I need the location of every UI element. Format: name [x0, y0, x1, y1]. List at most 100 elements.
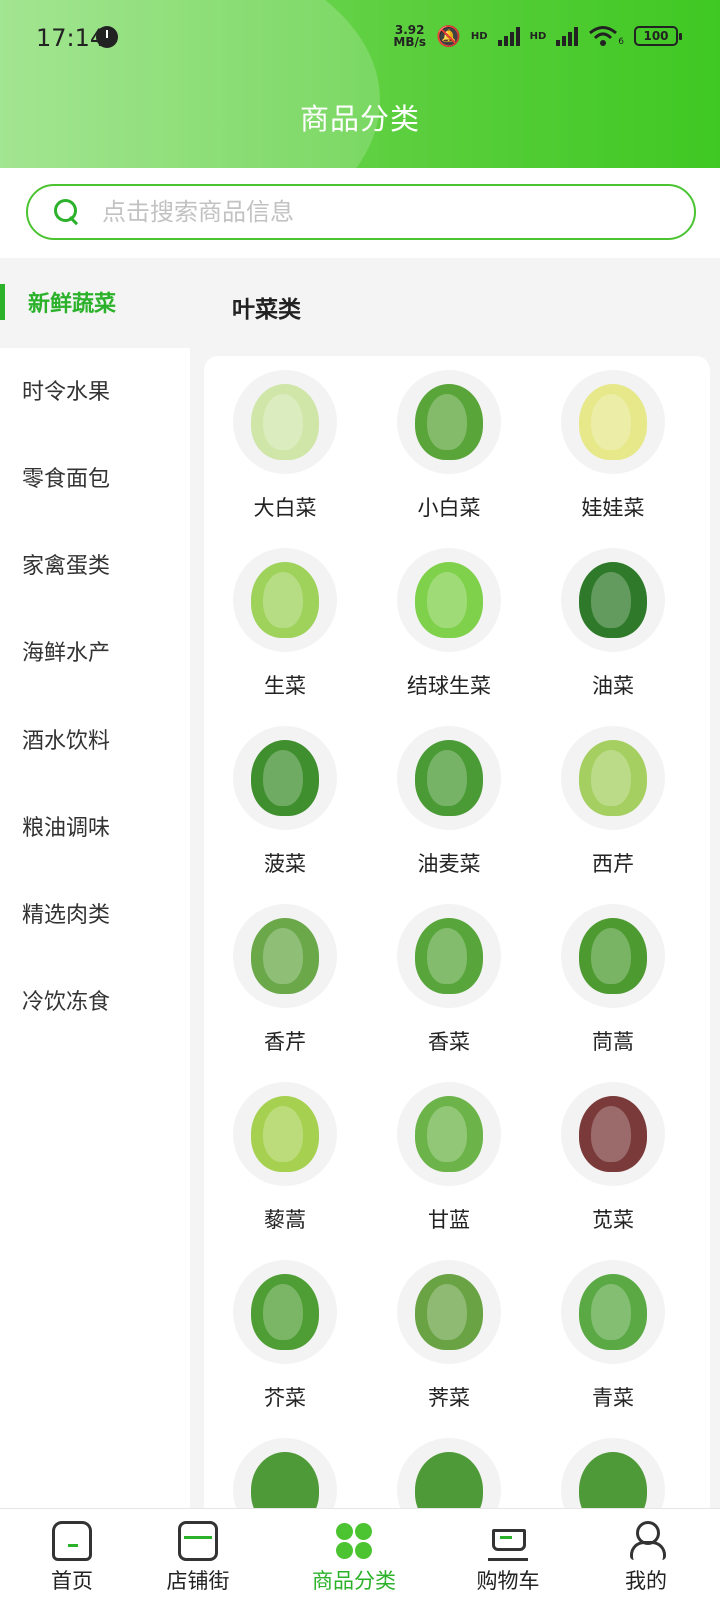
- category-sidebar: 新鲜蔬菜 时令水果 零食面包 家禽蛋类 海鲜水产 酒水饮料 粮油调味 精选肉类 …: [0, 258, 190, 1508]
- product-item[interactable]: 甘蓝: [374, 1082, 524, 1234]
- mute-icon: 🔕: [436, 24, 461, 48]
- product-name: 苋菜: [592, 1208, 634, 1232]
- search-box[interactable]: [26, 184, 696, 240]
- bottom-tab-bar: 首页 店铺街 商品分类 购物车 我的: [0, 1508, 720, 1600]
- amaranth-icon: [561, 1082, 665, 1186]
- tab-label: 购物车: [476, 1569, 540, 1593]
- tab-shop-street[interactable]: 店铺街: [126, 1509, 270, 1600]
- category-icon: [334, 1521, 374, 1561]
- green-vegetable-icon: [561, 1260, 665, 1364]
- hd-label-1: HD: [470, 30, 488, 42]
- product-item[interactable]: 小白菜: [374, 370, 524, 522]
- product-item[interactable]: 油菜: [538, 548, 688, 700]
- product-name: 香芹: [264, 1030, 306, 1054]
- product-name: 西芹: [592, 852, 634, 876]
- product-grid: 大白菜 小白菜 娃娃菜生菜 结球生菜 油菜菠菜 油麦菜 西芹香芹 香菜 茼蒿藜蒿 甘蓝 苋菜芥菜 荠菜…: [204, 356, 710, 1556]
- product-item[interactable]: 大白菜: [210, 370, 360, 522]
- product-name: 茼蒿: [592, 1030, 634, 1054]
- product-name: 菠菜: [264, 852, 306, 876]
- tab-cart[interactable]: 购物车: [436, 1509, 580, 1600]
- tab-profile[interactable]: 我的: [574, 1509, 718, 1600]
- tab-category[interactable]: 商品分类: [282, 1509, 426, 1600]
- product-name: 结球生菜: [407, 674, 491, 698]
- bok-choy-icon: [397, 370, 501, 474]
- product-name: 小白菜: [417, 496, 481, 520]
- active-indicator: [0, 284, 5, 320]
- sidebar-item[interactable]: 家禽蛋类: [22, 548, 110, 580]
- crown-daisy-icon: [561, 904, 665, 1008]
- sidebar-item[interactable]: 酒水饮料: [22, 723, 110, 755]
- product-item[interactable]: 娃娃菜: [538, 370, 688, 522]
- page-title: 商品分类: [299, 102, 420, 136]
- product-item[interactable]: 菠菜: [210, 726, 360, 878]
- network-speed: 3.92 MB/s: [393, 24, 426, 48]
- status-bar: 17:14 3.92 MB/s 🔕 HD HD 6 100: [0, 0, 720, 76]
- battery-icon: 100: [634, 26, 682, 46]
- product-item[interactable]: 芥菜: [210, 1260, 360, 1412]
- product-name: 香菜: [428, 1030, 470, 1054]
- wifi-icon: [589, 26, 618, 46]
- sidebar-item[interactable]: 粮油调味: [22, 810, 110, 842]
- clock-icon: [96, 26, 118, 48]
- search-input[interactable]: [102, 198, 662, 226]
- status-time: 17:14: [36, 24, 106, 52]
- product-item[interactable]: 青菜: [538, 1260, 688, 1412]
- status-icons: 3.92 MB/s 🔕 HD HD 6 100: [393, 24, 682, 48]
- napa-cabbage-icon: [233, 370, 337, 474]
- sidebar-item[interactable]: 零食面包: [22, 461, 110, 493]
- lettuce-icon: [233, 548, 337, 652]
- wifi-sub-label: 6: [618, 37, 624, 47]
- shop-icon: [178, 1521, 218, 1561]
- product-item[interactable]: 苋菜: [538, 1082, 688, 1234]
- product-name: 甘蓝: [428, 1208, 470, 1232]
- signal-icon-1: [497, 26, 520, 46]
- header: 17:14 3.92 MB/s 🔕 HD HD 6 100 商品分类: [0, 0, 720, 168]
- tab-label: 我的: [625, 1569, 667, 1593]
- coriander-icon: [397, 904, 501, 1008]
- signal-icon-2: [556, 26, 579, 46]
- sidebar-item[interactable]: 时令水果: [22, 374, 110, 406]
- product-name: 娃娃菜: [581, 496, 645, 520]
- baby-cabbage-icon: [561, 370, 665, 474]
- sidebar-item-active-label: 新鲜蔬菜: [28, 292, 117, 317]
- product-item[interactable]: 结球生菜: [374, 548, 524, 700]
- product-name: 芥菜: [264, 1386, 306, 1410]
- tab-label: 首页: [51, 1569, 93, 1593]
- search-icon[interactable]: [54, 199, 80, 225]
- product-item[interactable]: 荠菜: [374, 1260, 524, 1412]
- product-item[interactable]: 香菜: [374, 904, 524, 1056]
- sidebar-item[interactable]: 冷饮冻食: [22, 984, 110, 1016]
- product-name: 生菜: [264, 674, 306, 698]
- product-name: 藜蒿: [264, 1208, 306, 1232]
- artemisia-icon: [233, 1082, 337, 1186]
- product-name: 荠菜: [428, 1386, 470, 1410]
- sidebar-item[interactable]: 海鲜水产: [22, 635, 110, 667]
- iceberg-lettuce-icon: [397, 548, 501, 652]
- hd-label-2: HD: [529, 30, 547, 42]
- product-item[interactable]: 茼蒿: [538, 904, 688, 1056]
- search-bar: [0, 168, 720, 258]
- product-item[interactable]: 西芹: [538, 726, 688, 878]
- celery-icon: [561, 726, 665, 830]
- sidebar-item-active[interactable]: 新鲜蔬菜: [0, 258, 190, 348]
- tab-home[interactable]: 首页: [0, 1509, 144, 1600]
- tab-label: 店铺街: [166, 1569, 230, 1593]
- product-name: 大白菜: [253, 496, 317, 520]
- product-item[interactable]: 生菜: [210, 548, 360, 700]
- home-icon: [52, 1521, 92, 1561]
- rape-greens-icon: [561, 548, 665, 652]
- product-item[interactable]: 香芹: [210, 904, 360, 1056]
- product-item[interactable]: 油麦菜: [374, 726, 524, 878]
- indian-lettuce-icon: [397, 726, 501, 830]
- profile-icon: [626, 1521, 666, 1561]
- sidebar-item[interactable]: 精选肉类: [22, 897, 110, 929]
- celery-leaf-icon: [233, 904, 337, 1008]
- cabbage-icon: [397, 1082, 501, 1186]
- category-title: 叶菜类: [232, 297, 301, 323]
- mustard-greens-icon: [233, 1260, 337, 1364]
- shepherds-purse-icon: [397, 1260, 501, 1364]
- tab-label: 商品分类: [312, 1569, 396, 1593]
- product-name: 油菜: [592, 674, 634, 698]
- spinach-icon: [233, 726, 337, 830]
- product-item[interactable]: 藜蒿: [210, 1082, 360, 1234]
